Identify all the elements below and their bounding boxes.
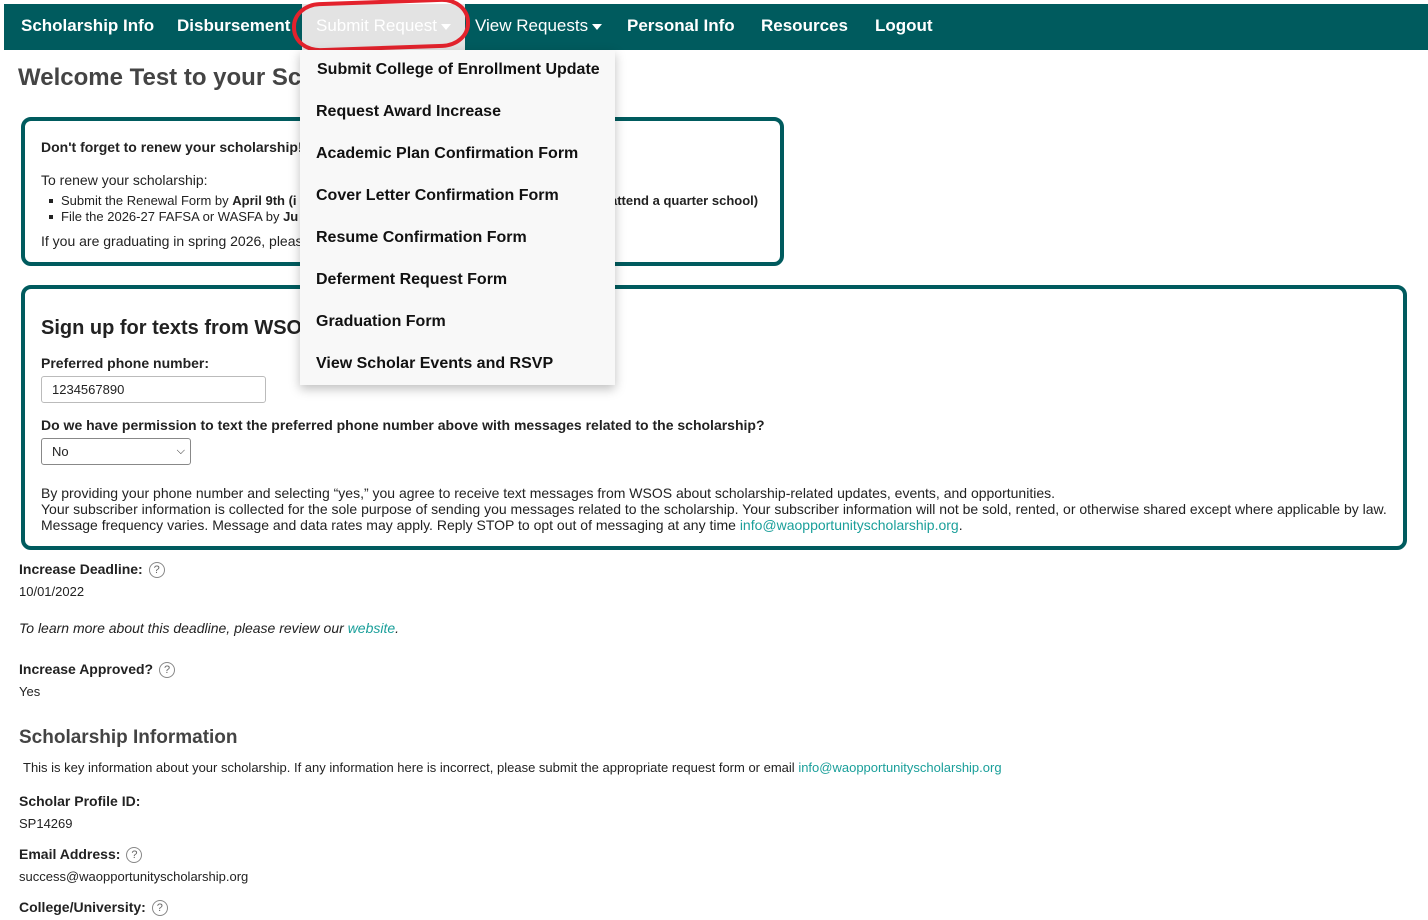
nav-submit-request[interactable]: Submit Request [302,4,465,50]
menu-item-college-enrollment-update[interactable]: Submit College of Enrollment Update [317,61,600,79]
phone-input[interactable] [41,376,266,403]
increase-deadline-label: Increase Deadline:? [19,561,165,579]
sms-disclaimer: By providing your phone number and selec… [41,485,1401,533]
renewal-step-1-text: Submit the Renewal Form by [61,193,233,208]
chevron-down-icon: ⌵ [176,445,185,457]
nav-view-requests-label: View Requests [475,16,589,35]
nav-resources[interactable]: Resources [761,4,848,50]
nav-disbursement[interactable]: Disbursement [177,4,290,50]
menu-item-academic-plan-form[interactable]: Academic Plan Confirmation Form [316,145,578,163]
nav-view-requests[interactable]: View Requests [475,4,603,50]
menu-item-deferment-request-form[interactable]: Deferment Request Form [316,271,507,289]
menu-item-graduation-form[interactable]: Graduation Form [316,313,446,331]
help-icon[interactable]: ? [159,662,176,679]
increase-approved-label-text: Increase Approved? [19,661,154,677]
menu-item-resume-form[interactable]: Resume Confirmation Form [316,229,527,247]
help-icon[interactable]: ? [126,847,143,864]
deadline-note-text: To learn more about this deadline, pleas… [19,620,348,636]
increase-approved-value: Yes [19,684,41,699]
menu-item-scholar-events-rsvp[interactable]: View Scholar Events and RSVP [316,355,553,373]
menu-item-cover-letter-form[interactable]: Cover Letter Confirmation Form [316,187,559,205]
menu-item-request-award-increase[interactable]: Request Award Increase [316,103,501,121]
phone-label: Preferred phone number: [41,355,210,371]
disclaimer-line-1: By providing your phone number and selec… [41,485,1055,501]
renewal-step-2-text: File the 2026-27 FAFSA or WASFA by [61,209,284,224]
scholarship-info-desc: This is key information about your schol… [23,760,1002,775]
nav-submit-request-label: Submit Request [316,16,437,35]
nav-logout[interactable]: Logout [875,4,933,50]
permission-select-value: No [52,444,69,459]
disclaimer-line-3: Message frequency varies. Message and da… [41,517,1401,533]
renewal-step-1-date: April 9th (i [232,193,297,208]
disclaimer-end: . [958,517,963,533]
nav-scholarship-info[interactable]: Scholarship Info [21,4,154,50]
nav-personal-info[interactable]: Personal Info [627,4,735,50]
info-email-link[interactable]: info@waopportunityscholarship.org [798,760,1001,775]
main-navbar: Scholarship Info Disbursement Submit Req… [4,4,1428,50]
renewal-quarter-note: attend a quarter school) [610,193,759,208]
renewal-step-2-date: Ju [283,209,299,224]
renewal-intro: To renew your scholarship: [41,172,208,188]
scholarship-info-desc-text: This is key information about your schol… [23,760,799,775]
list-item: File the 2026-27 FAFSA or WASFA by Ju [48,209,299,225]
email-address-label-text: Email Address: [19,846,121,862]
deadline-note: To learn more about this deadline, pleas… [19,620,399,636]
disclaimer-email-link[interactable]: info@waopportunityscholarship.org [740,517,959,533]
list-item: Submit the Renewal Form by April 9th (i [48,193,298,209]
page: Scholarship Info Disbursement Submit Req… [0,0,1428,920]
disclaimer-line-2: Your subscriber information is collected… [41,501,1387,517]
renewal-heading: Don't forget to renew your scholarship! [41,139,303,155]
sms-title: Sign up for texts from WSO [41,317,303,339]
email-address-value: success@waopportunityscholarship.org [19,869,249,884]
website-link[interactable]: website [348,620,395,636]
permission-label: Do we have permission to text the prefer… [41,417,765,433]
college-label: College/University:? [19,899,168,917]
increase-deadline-value: 10/01/2022 [19,584,85,599]
submit-request-dropdown: Submit College of Enrollment Update Requ… [300,50,615,385]
sms-signup-box: Sign up for texts from WSO Preferred pho… [21,285,1407,550]
permission-select[interactable]: No ⌵ [41,438,191,465]
welcome-title: Welcome Test to your Sc [18,64,302,91]
profile-id-value: SP14269 [19,816,73,831]
help-icon[interactable]: ? [151,900,168,917]
caret-down-icon [592,23,603,30]
renewal-steps-list: Submit the Renewal Form by April 9th (i … [48,193,299,225]
help-icon[interactable]: ? [148,562,165,579]
disclaimer-line-3-text: Message frequency varies. Message and da… [41,517,740,533]
scholarship-info-title: Scholarship Information [19,727,238,748]
increase-approved-label: Increase Approved?? [19,661,176,679]
caret-down-icon [440,23,451,30]
renewal-graduating-note: If you are graduating in spring 2026, pl… [41,233,303,249]
deadline-note-end: . [395,620,400,636]
email-address-label: Email Address:? [19,846,143,864]
profile-id-label: Scholar Profile ID: [19,793,141,809]
college-label-text: College/University: [19,899,146,915]
increase-deadline-label-text: Increase Deadline: [19,561,143,577]
